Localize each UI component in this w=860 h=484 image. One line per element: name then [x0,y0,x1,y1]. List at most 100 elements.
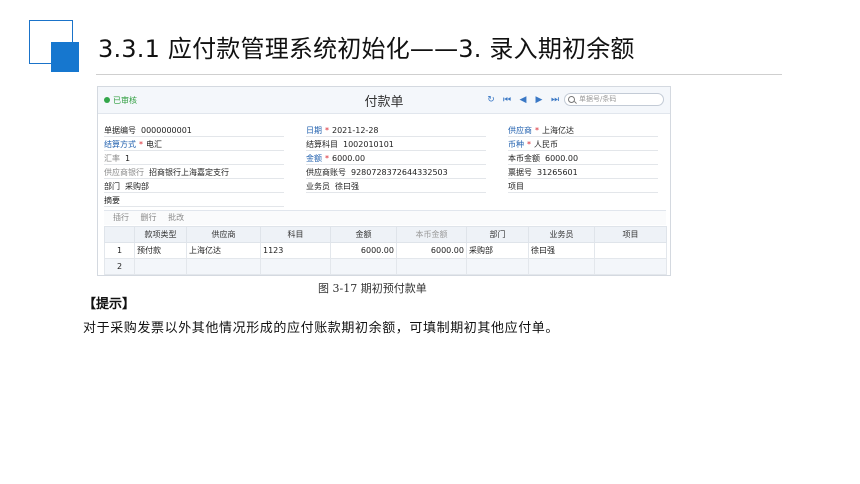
table-row[interactable]: 1 预付款 上海亿达 1123 6000.00 6000.00 采购部 徐曰强 [104,242,667,259]
required-mark: * [139,140,143,149]
field-value: 2021-12-28 [332,126,379,135]
field-value: 招商银行上海嘉定支行 [149,168,229,177]
table-cell[interactable] [186,258,261,275]
required-mark: * [535,126,539,135]
field-bill-no[interactable]: 票据号 31265601 [508,167,658,179]
field-label: 供应商 [508,126,532,135]
field-dept[interactable]: 部门 采购部 [104,181,284,193]
tip-text: 对于采购发票以外其他情况形成的应付账款期初余额，可填制期初其他应付单。 [83,321,560,336]
table-cell[interactable] [134,258,187,275]
field-settle-method[interactable]: 结算方式 * 电汇 [104,139,284,151]
field-label: 汇率 [104,154,120,163]
field-label: 业务员 [306,182,330,191]
figure-caption: 图 3-17 期初预付款单 [318,282,427,295]
table-cell[interactable]: 徐曰强 [528,242,595,259]
field-value: 31265601 [537,168,578,177]
table-cell[interactable]: 6000.00 [396,242,467,259]
column-header: 业务员 [528,226,595,243]
payment-form-screenshot: 已审核 付款单 ↻ ⏮ ◀ ▶ ⏭ 单据号/条码 单据编号 0000000001 … [97,86,671,276]
field-supplier-bank[interactable]: 供应商银行 招商银行上海嘉定支行 [104,167,284,179]
field-value: 9280728372644332503 [351,168,448,177]
column-header: 供应商 [186,226,261,243]
field-label: 项目 [508,182,524,191]
column-header: 金额 [330,226,397,243]
first-icon[interactable]: ⏮ [502,95,512,105]
field-label: 本币金额 [508,154,540,163]
refresh-icon[interactable]: ↻ [486,95,496,105]
table-cell[interactable] [594,242,667,259]
field-value: 1 [125,154,131,163]
field-value: 人民币 [534,140,558,149]
search-placeholder: 单据号/条码 [579,95,617,103]
form-header-bar: 已审核 付款单 ↻ ⏮ ◀ ▶ ⏭ 单据号/条码 [98,87,670,114]
field-label: 金额 [306,154,322,163]
search-input[interactable]: 单据号/条码 [564,93,664,106]
column-header [104,226,135,243]
field-value: 1002010101 [343,140,394,149]
column-header: 本币金额 [396,226,467,243]
search-icon [568,96,575,103]
field-label: 票据号 [508,168,532,177]
tip-heading: 【提示】 [83,297,136,312]
field-label: 部门 [104,182,120,191]
field-value: 6000.00 [332,154,366,163]
field-label: 单据编号 [104,126,136,135]
prev-icon[interactable]: ◀ [518,95,528,105]
table-cell[interactable]: 采购部 [466,242,529,259]
delete-row-button[interactable]: 删行 [141,213,157,222]
field-label: 日期 [306,126,322,135]
row-number: 1 [104,242,135,259]
table-row[interactable]: 2 [104,258,667,275]
table-cell[interactable] [330,258,397,275]
field-amount[interactable]: 金额 * 6000.00 [306,153,486,165]
next-icon[interactable]: ▶ [534,95,544,105]
required-mark: * [325,126,329,135]
column-header: 科目 [260,226,331,243]
table-cell[interactable]: 上海亿达 [186,242,261,259]
grid-toolbar: 插行 删行 批改 [104,210,666,225]
field-currency[interactable]: 币种 * 人民币 [508,139,658,151]
table-cell[interactable] [528,258,595,275]
field-project[interactable]: 项目 [508,181,658,193]
table-cell[interactable] [594,258,667,275]
field-label: 供应商账号 [306,168,346,177]
title-divider [96,74,782,75]
batch-edit-button[interactable]: 批改 [168,213,184,222]
field-local-amount[interactable]: 本币金额 6000.00 [508,153,658,165]
field-label: 摘要 [104,196,120,205]
field-settle-account[interactable]: 结算科目 1002010101 [306,139,486,151]
field-value: 上海亿达 [542,126,574,135]
table-cell[interactable]: 1123 [260,242,331,259]
field-label: 结算科目 [306,140,338,149]
field-supplier[interactable]: 供应商 * 上海亿达 [508,125,658,137]
field-memo[interactable]: 摘要 [104,195,284,207]
field-date[interactable]: 日期 * 2021-12-28 [306,125,486,137]
last-icon[interactable]: ⏭ [550,95,560,105]
table-cell[interactable]: 预付款 [134,242,187,259]
table-cell[interactable] [396,258,467,275]
field-doc-no[interactable]: 单据编号 0000000001 [104,125,284,137]
decor-square-solid [51,42,79,72]
field-rate[interactable]: 汇率 1 [104,153,284,165]
field-label: 结算方式 [104,140,136,149]
field-value: 徐曰强 [335,182,359,191]
table-cell[interactable] [260,258,331,275]
table-cell[interactable] [466,258,529,275]
field-label: 币种 [508,140,524,149]
field-value: 电汇 [146,140,162,149]
field-value: 采购部 [125,182,149,191]
table-cell[interactable]: 6000.00 [330,242,397,259]
column-header: 部门 [466,226,529,243]
field-value: 0000000001 [141,126,192,135]
column-header: 项目 [594,226,667,243]
field-supplier-account[interactable]: 供应商账号 9280728372644332503 [306,167,486,179]
field-value: 6000.00 [545,154,579,163]
insert-row-button[interactable]: 插行 [113,213,129,222]
field-clerk[interactable]: 业务员 徐曰强 [306,181,486,193]
field-label: 供应商银行 [104,168,144,177]
row-number: 2 [104,258,135,275]
required-mark: * [325,154,329,163]
required-mark: * [527,140,531,149]
detail-grid: 款项类型 供应商 科目 金额 本币金额 部门 业务员 项目 1 预付款 上海亿达… [104,226,667,275]
slide-title: 3.3.1 应付款管理系统初始化——3. 录入期初余额 [98,35,635,63]
